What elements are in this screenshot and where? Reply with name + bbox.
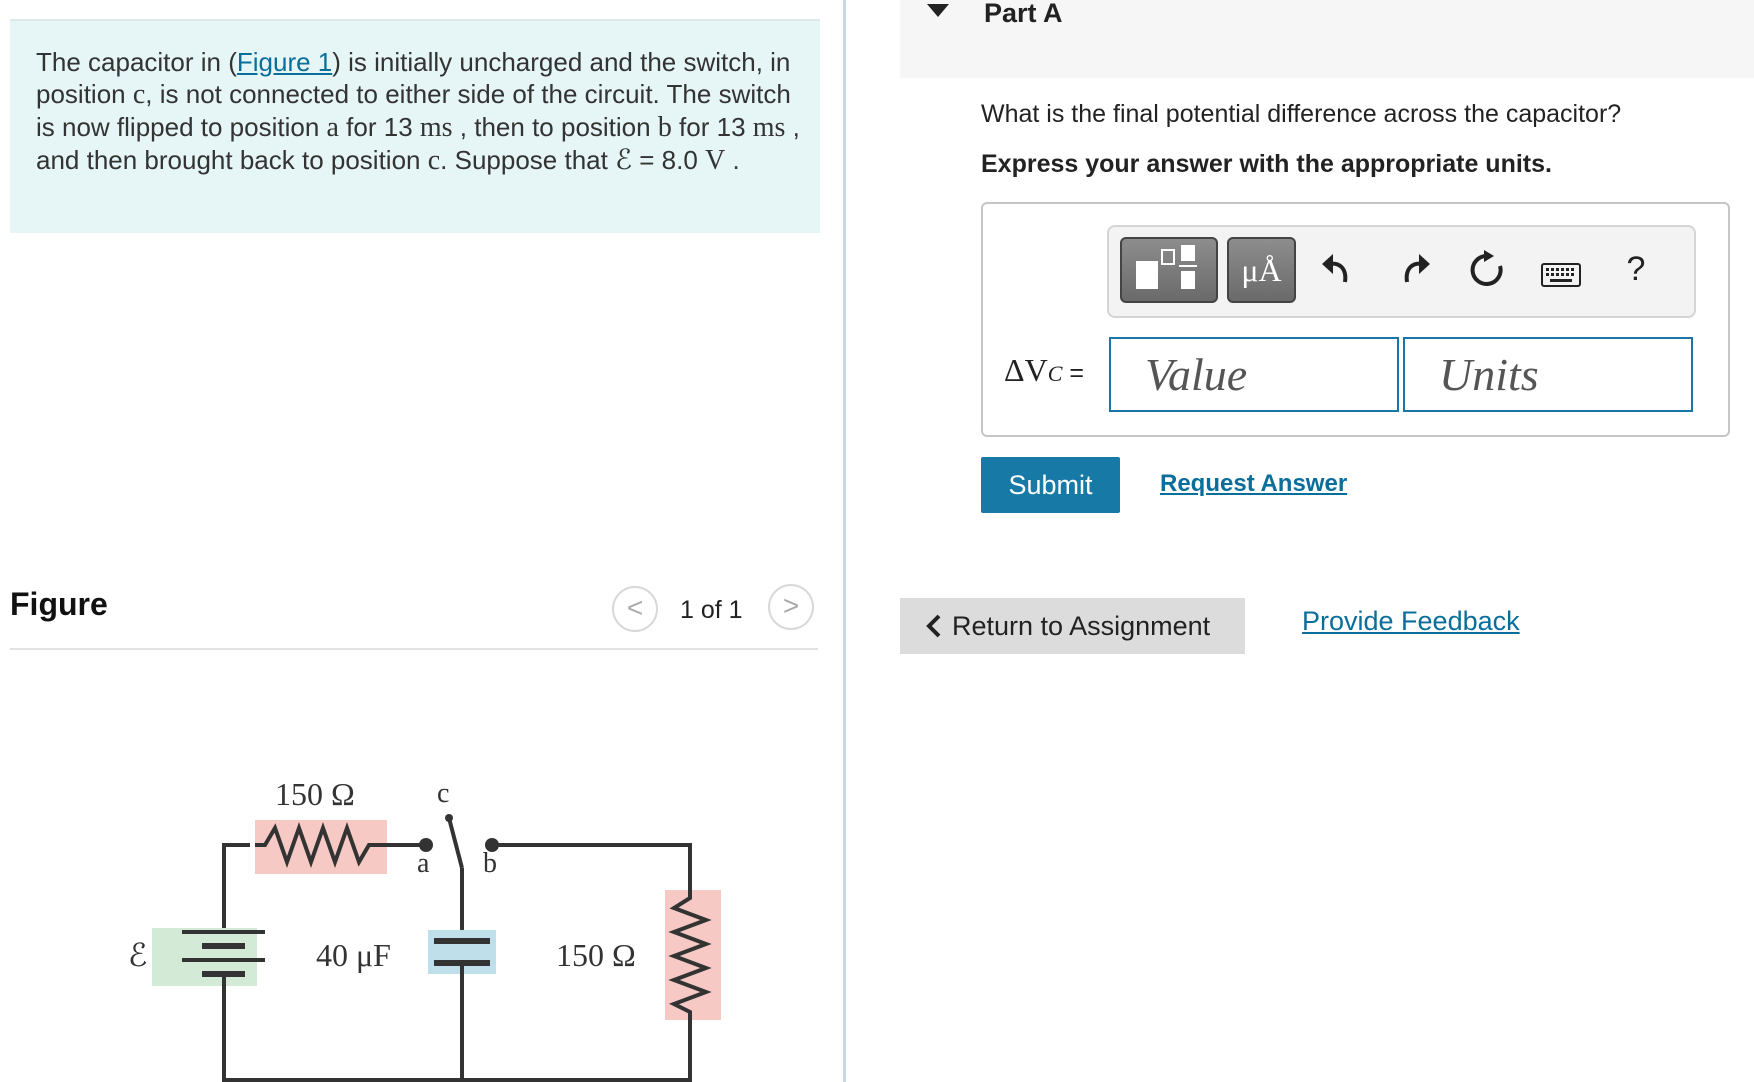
figure-link[interactable]: Figure 1 <box>237 47 332 77</box>
resistor-1-label: 150 Ω <box>275 776 355 812</box>
next-figure-button[interactable]: > <box>768 584 814 630</box>
position-c: c <box>427 145 441 176</box>
templates-icon <box>1136 245 1197 289</box>
help-icon: ? <box>1626 250 1646 288</box>
units-button[interactable]: μÅ <box>1227 237 1296 303</box>
switch-a-label: a <box>417 848 430 879</box>
capacitor-label: 40 μF <box>316 937 391 973</box>
units-icon: μÅ <box>1241 252 1282 288</box>
position-c: c <box>132 79 146 110</box>
provide-feedback-link[interactable]: Provide Feedback <box>1302 606 1520 637</box>
position-a: a <box>326 112 339 143</box>
redo-button[interactable] <box>1392 248 1438 297</box>
wire-top-right <box>492 843 692 910</box>
keyboard-icon <box>1541 263 1581 287</box>
reset-icon <box>1470 250 1503 286</box>
emf-symbol: ℰ <box>615 145 633 176</box>
answer-label-prefix: ΔV <box>1004 352 1048 388</box>
problem-text: The capacitor in (Figure 1) is initially… <box>36 46 806 177</box>
help-button[interactable]: ? <box>1613 250 1659 289</box>
prev-figure-button[interactable]: < <box>612 586 658 632</box>
part-label: Part A <box>984 0 1063 28</box>
collapse-arrow-icon[interactable] <box>927 4 949 17</box>
problem-text-part: = 8.0 <box>632 145 706 175</box>
switch-b-label: b <box>483 848 497 879</box>
chevron-left-icon: < <box>626 592 644 623</box>
position-b: b <box>657 112 672 143</box>
switch-blade <box>447 817 464 869</box>
submit-button[interactable]: Submit <box>981 457 1120 513</box>
figure-divider <box>10 648 818 650</box>
templates-button[interactable] <box>1120 237 1218 303</box>
answer-label-equals: = <box>1062 359 1084 387</box>
battery-highlight <box>152 928 257 986</box>
switch-c-label: c <box>437 778 449 809</box>
emf-label: ℰ <box>128 937 147 973</box>
question-text: What is the final potential difference a… <box>981 100 1622 128</box>
resistor-2-label: 150 Ω <box>556 937 636 973</box>
unit-ms: ms <box>752 112 786 143</box>
problem-text-part: , then to position <box>452 112 658 142</box>
figure-title: Figure <box>10 586 108 622</box>
problem-text-part: . Suppose that <box>440 145 616 175</box>
chevron-right-icon: > <box>782 590 800 621</box>
reset-button[interactable] <box>1464 250 1510 299</box>
answer-label-subscript: C <box>1047 361 1063 386</box>
instruction-text: Express your answer with the appropriate… <box>981 150 1552 178</box>
problem-text-part: for 13 <box>338 112 420 142</box>
undo-button[interactable] <box>1314 248 1360 297</box>
redo-icon <box>1404 254 1430 283</box>
panel-divider <box>843 0 846 1082</box>
unit-volt: V <box>705 145 726 176</box>
return-to-assignment-button[interactable]: Return to Assignment <box>900 598 1245 654</box>
chevron-left-icon <box>926 614 941 638</box>
unit-ms: ms <box>419 112 453 143</box>
answer-variable-label: ΔVC = <box>1004 352 1084 389</box>
return-label: Return to Assignment <box>952 611 1211 641</box>
problem-text-part: . <box>725 145 740 175</box>
circuit-diagram: 150 Ω c a b 40 μF 150 Ω ℰ <box>128 776 721 1082</box>
undo-icon <box>1322 254 1348 283</box>
units-input[interactable] <box>1403 337 1693 412</box>
figure-counter: 1 of 1 <box>680 596 743 624</box>
problem-text-part: for 13 <box>671 112 753 142</box>
request-answer-link[interactable]: Request Answer <box>1160 470 1347 498</box>
problem-text-part: The capacitor in ( <box>36 47 237 77</box>
keyboard-button[interactable] <box>1538 258 1584 297</box>
value-input[interactable] <box>1109 337 1399 412</box>
